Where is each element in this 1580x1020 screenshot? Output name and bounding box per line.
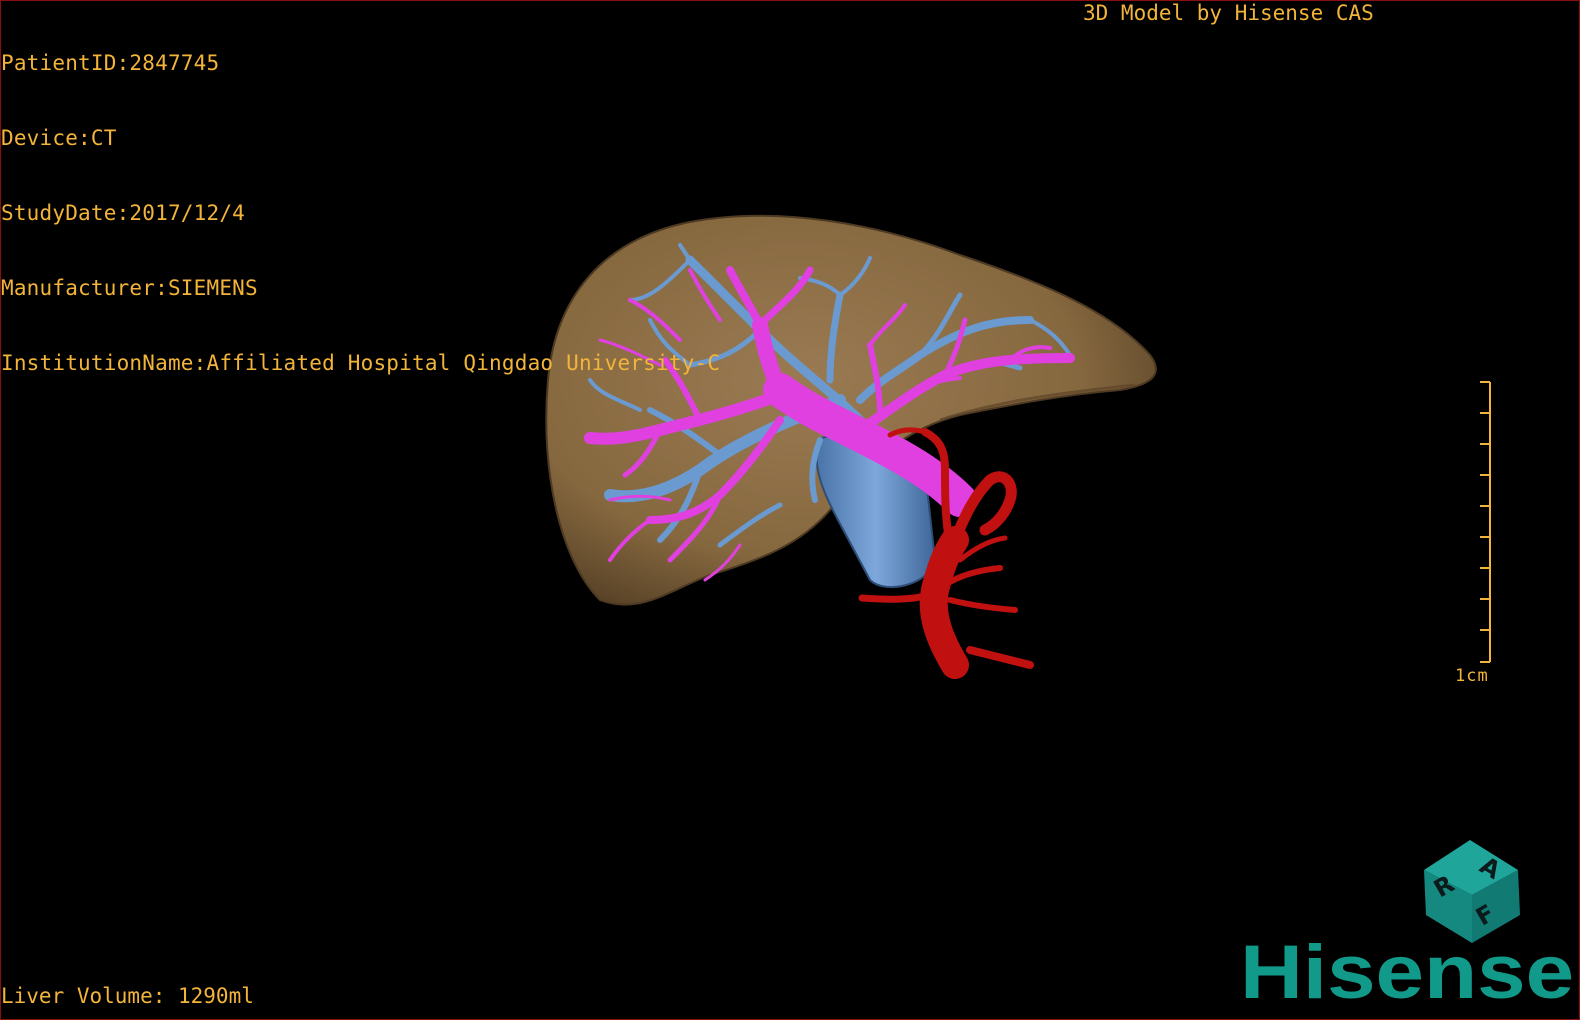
device: Device:CT <box>1 126 117 150</box>
liver-volume: Liver Volume: 1290ml <box>1 984 254 1008</box>
patient-id: PatientID:2847745 <box>1 51 220 75</box>
hisense-logo-text: Hisense <box>1240 934 1574 1014</box>
hisense-logo: Hisense <box>1240 934 1574 1014</box>
dicom-info-overlay: PatientID:2847745 Device:CT StudyDate:20… <box>1 1 720 401</box>
scale-bar-label: 1cm <box>1455 666 1489 686</box>
orientation-cube[interactable]: R A F <box>1420 835 1530 950</box>
model-credit: 3D Model by Hisense CAS <box>1083 1 1374 25</box>
scale-bar <box>1480 381 1491 663</box>
institution-name: InstitutionName:Affiliated Hospital Qing… <box>1 351 721 375</box>
manufacturer: Manufacturer:SIEMENS <box>1 276 258 300</box>
study-date: StudyDate:2017/12/4 <box>1 201 246 225</box>
